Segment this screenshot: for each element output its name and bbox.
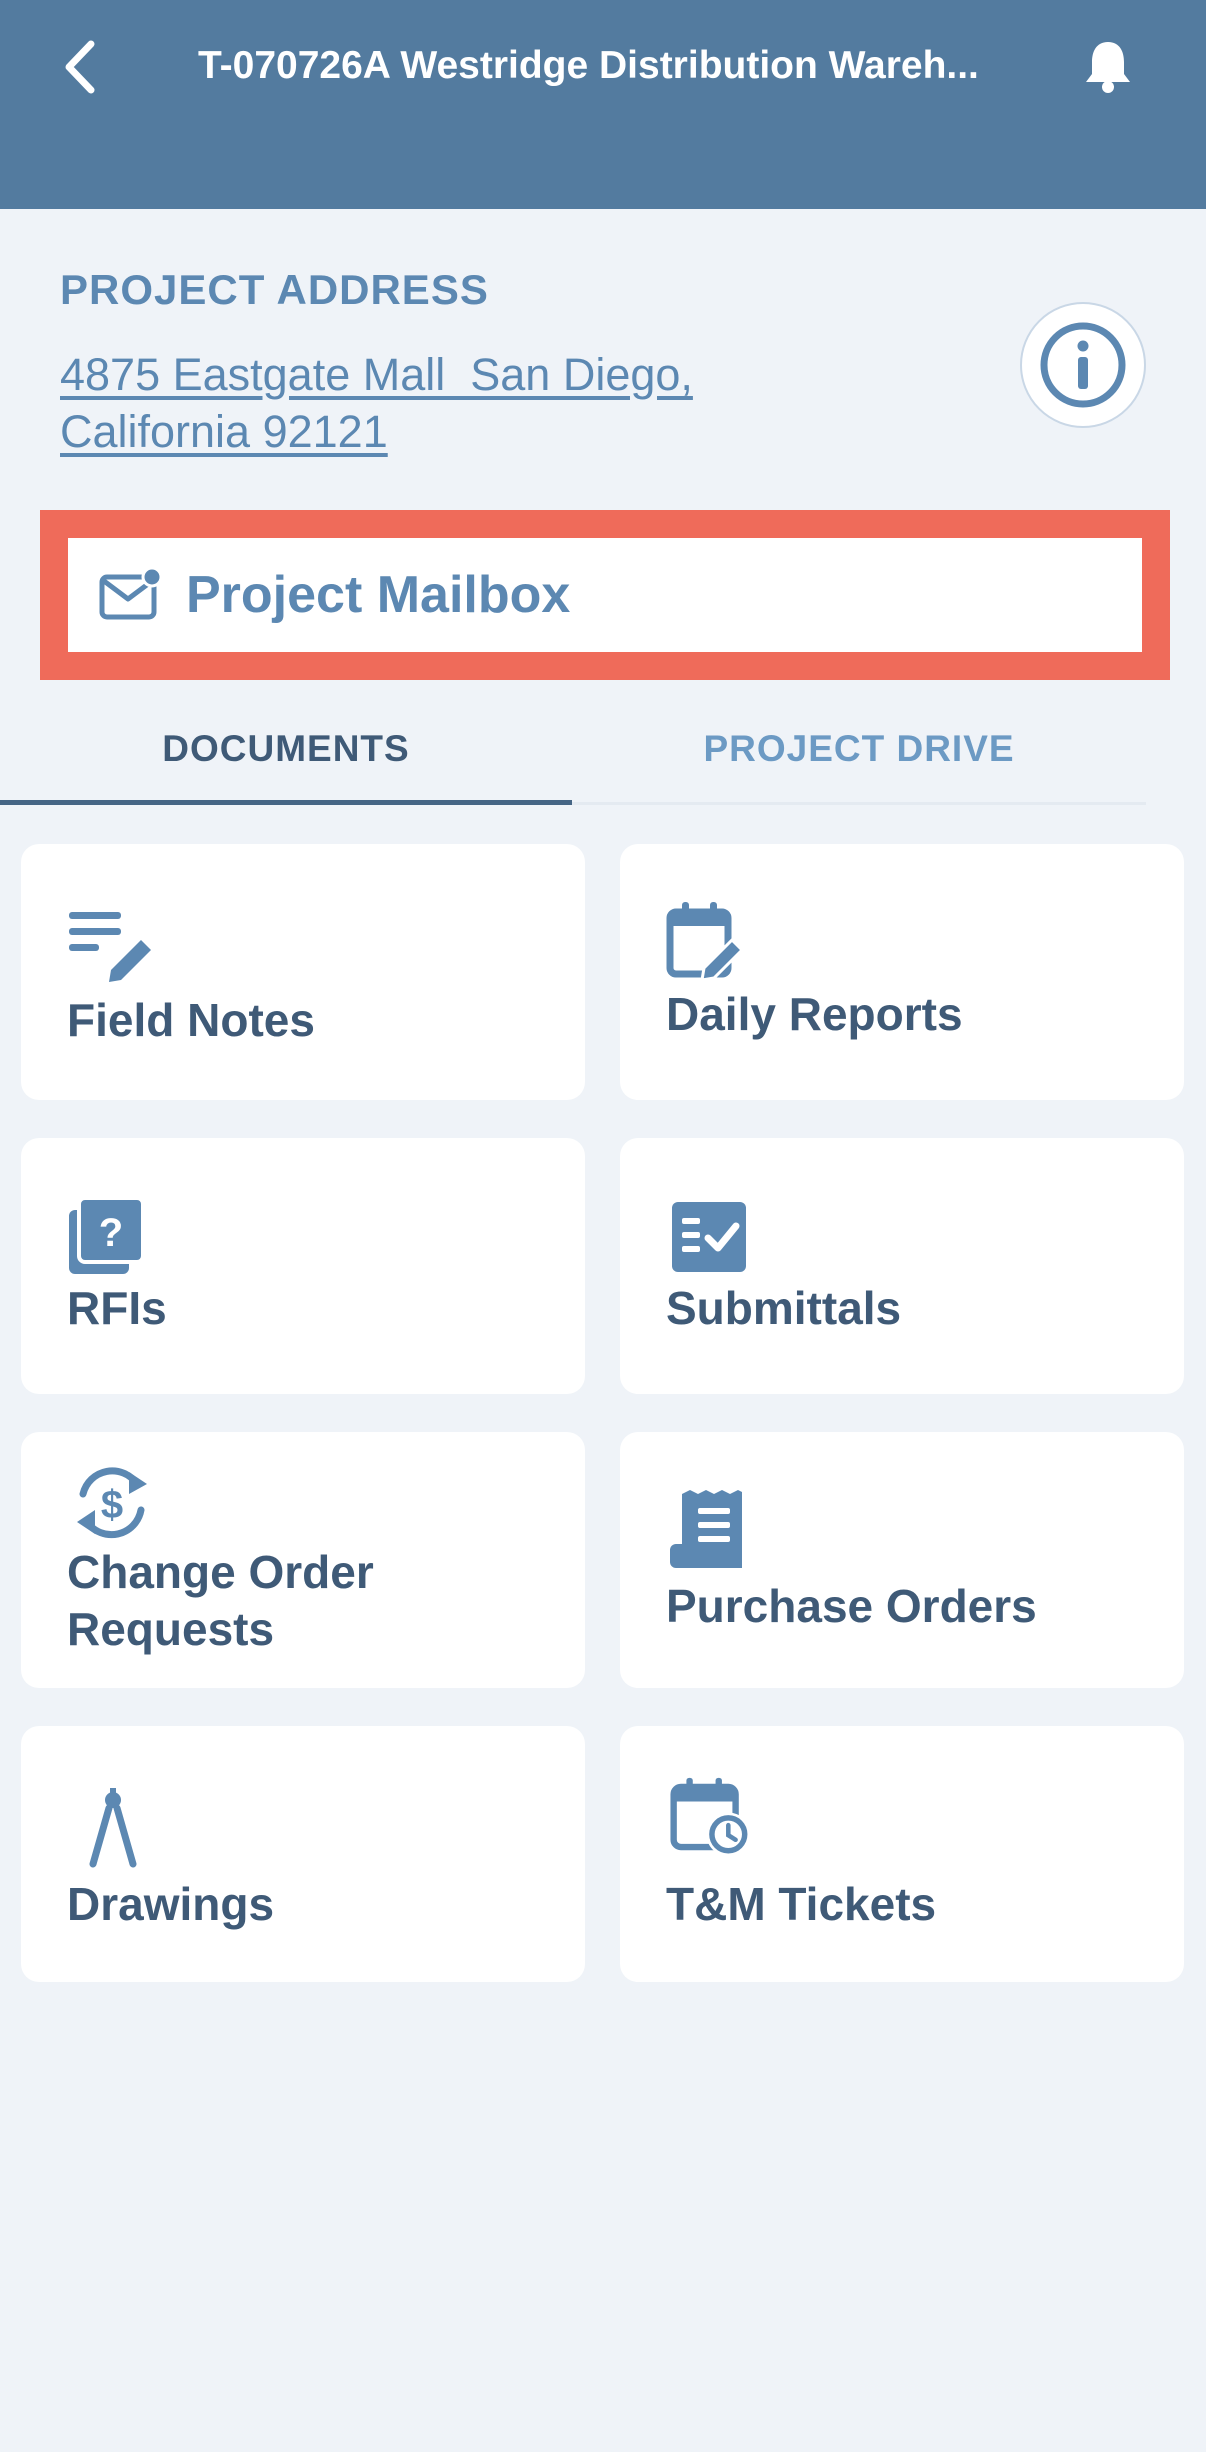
mail-notification-icon: [99, 567, 162, 620]
page-title: T-070726A Westridge Distribution Wareh..…: [198, 44, 979, 87]
project-mailbox-button[interactable]: Project Mailbox: [68, 538, 1142, 652]
notifications-button[interactable]: [1080, 36, 1136, 96]
card-label: Purchase Orders: [666, 1580, 1037, 1632]
project-address-link[interactable]: 4875 Eastgate Mall San Diego, California…: [60, 346, 780, 460]
project-mailbox-label: Project Mailbox: [186, 566, 571, 624]
chevron-left-icon: [65, 40, 95, 94]
tab-documents[interactable]: DOCUMENTS: [0, 694, 572, 804]
question-pages-icon: ?: [69, 1196, 145, 1274]
card-label: Daily Reports: [666, 988, 963, 1040]
card-label: Submittals: [666, 1282, 902, 1334]
notes-edit-icon: [69, 912, 151, 982]
field-notes-card[interactable]: Field Notes: [21, 844, 585, 1100]
app-header: T-070726A Westridge Distribution Wareh..…: [0, 0, 1206, 209]
compass-icon: [89, 1788, 137, 1868]
info-icon: [1040, 322, 1126, 408]
tab-divider: [572, 802, 1146, 805]
rfis-card[interactable]: ? RFIs: [21, 1138, 585, 1394]
daily-reports-card[interactable]: Daily Reports: [620, 844, 1184, 1100]
checklist-icon: [672, 1202, 746, 1272]
change-order-requests-card[interactable]: $ Change Order Requests: [21, 1432, 585, 1688]
back-button[interactable]: [54, 36, 104, 98]
address-line-1: 4875 Eastgate Mall San Diego,: [60, 349, 693, 400]
drawings-card[interactable]: Drawings: [21, 1726, 585, 1982]
card-label: Change Order Requests: [67, 1546, 374, 1655]
svg-text:?: ?: [99, 1211, 123, 1255]
bell-icon: [1086, 42, 1130, 93]
tab-project-drive[interactable]: PROJECT DRIVE: [572, 694, 1146, 804]
active-tab-indicator: [0, 800, 572, 805]
tm-tickets-card[interactable]: T&M Tickets: [620, 1726, 1184, 1982]
card-label: Field Notes: [67, 994, 315, 1046]
card-label: Drawings: [67, 1878, 275, 1930]
card-label: T&M Tickets: [666, 1878, 937, 1930]
info-button[interactable]: [1020, 302, 1146, 428]
submittals-card[interactable]: Submittals: [620, 1138, 1184, 1394]
calendar-edit-icon: [666, 902, 745, 982]
purchase-orders-card[interactable]: Purchase Orders: [620, 1432, 1184, 1688]
project-address-label: PROJECT ADDRESS: [60, 266, 489, 313]
calendar-clock-icon: [670, 1777, 751, 1857]
svg-text:$: $: [101, 1483, 123, 1527]
dollar-cycle-icon: $: [77, 1467, 147, 1539]
address-line-2: California 92121: [60, 406, 388, 457]
card-label: RFIs: [67, 1282, 167, 1334]
receipt-icon: [670, 1490, 742, 1568]
